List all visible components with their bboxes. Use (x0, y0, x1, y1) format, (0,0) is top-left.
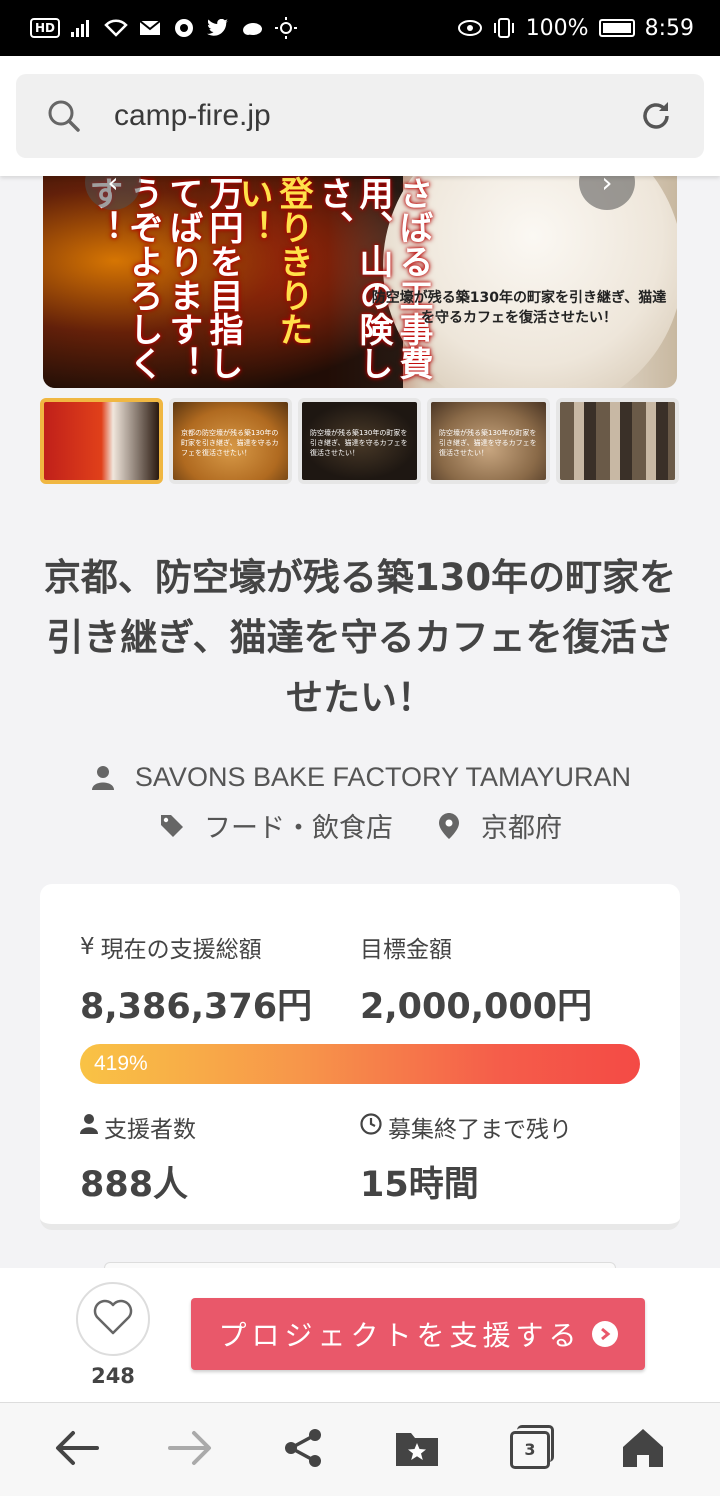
funding-stats-card: ¥ 現在の支援総額 8,386,376円 目標金額 2,000,000円 419… (40, 884, 680, 1230)
status-left: HD (30, 16, 298, 40)
thumbnail-3[interactable]: 防空壕が残る築130年の町家を引き継ぎ、猫達を守るカフェを復活させたい！ (298, 398, 421, 484)
twitter-icon (206, 16, 230, 40)
signal-icon (70, 16, 94, 40)
project-title: 京都、防空壕が残る築130年の町家を引き継ぎ、猫達を守るカフェを復活させたい！ (43, 556, 677, 719)
project-category-row: フード・飲食店 京都府 (0, 806, 720, 845)
arrow-right-icon (167, 1430, 212, 1470)
project-owner-row: SAVONS BAKE FACTORY TAMAYURAN (0, 762, 720, 793)
hero-image[interactable]: うぞよろしくす！ 万円を目指してばります！ 登りきりたい！ さばる工事費用、山の… (43, 176, 677, 388)
sticky-action-bar: 248 プロジェクトを支援する (0, 1268, 720, 1402)
thumbnail-caption: 防空壕が残る築130年の町家を引き継ぎ、猫達を守るカフェを復活させたい！ (310, 429, 408, 457)
chrome-icon (172, 16, 196, 40)
support-button-label: プロジェクトを支援する (218, 1319, 582, 1352)
cloud-icon (240, 16, 264, 40)
project-owner[interactable]: SAVONS BAKE FACTORY TAMAYURAN (135, 762, 631, 793)
wifi-icon (104, 16, 128, 40)
vibrate-icon (492, 16, 516, 40)
address-bar[interactable]: camp-fire.jp (16, 74, 704, 158)
back-button[interactable] (47, 1420, 107, 1480)
thumbnail-image (44, 402, 159, 480)
thumbnail-image (560, 402, 675, 480)
remaining-value: 15時間 (360, 1165, 479, 1205)
thumbnail-4[interactable]: 防空壕が残る築130年の町家を引き継ぎ、猫達を守るカフェを復活させたい！ (427, 398, 550, 484)
clock-icon (360, 1113, 382, 1141)
battery-icon (598, 19, 635, 37)
thumbnail-5[interactable] (556, 398, 679, 484)
yen-icon: ¥ (80, 934, 95, 960)
tabs-button[interactable]: 3 (500, 1420, 560, 1480)
browser-bottom-nav: 3 (0, 1402, 720, 1496)
backers-value: 888人 (80, 1165, 189, 1205)
user-icon (80, 1114, 98, 1140)
search-icon (44, 96, 84, 136)
thumbnail-caption: 防空壕が残る築130年の町家を引き継ぎ、猫達を守るカフェを復活させたい！ (439, 429, 537, 457)
support-project-button[interactable]: プロジェクトを支援する (191, 1298, 645, 1370)
raised-label: ¥ 現在の支援総額 (80, 934, 262, 963)
raised-value: 8,386,376円 (80, 987, 313, 1027)
share-icon (282, 1427, 324, 1473)
chevron-right-icon: › (601, 176, 613, 199)
project-location[interactable]: 京都府 (481, 806, 562, 845)
arrow-left-icon (55, 1430, 99, 1470)
eye-icon (457, 16, 482, 40)
home-icon (621, 1427, 665, 1473)
brightness-icon (274, 16, 298, 40)
browser-toolbar: camp-fire.jp (0, 56, 720, 176)
favorite-count: 248 (91, 1364, 135, 1388)
favorite-button[interactable] (76, 1282, 150, 1356)
forward-button[interactable] (160, 1420, 220, 1480)
progress-percent: 419% (94, 1052, 148, 1075)
thumbnail-strip: 京都の防空壕が残る築130年の町家を引き継ぎ、猫達を守るカフェを復活させたい！ … (40, 398, 680, 484)
hero-text-2: 万円を目指してばります！ (163, 176, 243, 380)
hero-text-4: さばる工事費用、山の険しさ、 (313, 176, 433, 380)
bookmark-folder-icon (395, 1429, 439, 1471)
battery-percent: 100% (525, 15, 589, 41)
tab-count-icon: 3 (509, 1424, 554, 1469)
hero-caption: 防空壕が残る築130年の町家を引き継ぎ、猫達を守るカフェを復活させたい！ (371, 290, 667, 326)
clock: 8:59 (644, 15, 694, 41)
thumbnail-caption: 京都の防空壕が残る築130年の町家を引き継ぎ、猫達を守るカフェを復活させたい！ (181, 429, 279, 457)
project-category[interactable]: フード・飲食店 (204, 806, 393, 845)
reload-icon[interactable] (636, 96, 676, 136)
status-bar: HD 100% 8:59 (0, 0, 720, 56)
url-text[interactable]: camp-fire.jp (114, 99, 636, 133)
chevron-right-circle-icon (591, 1321, 618, 1347)
thumbnail-2[interactable]: 京都の防空壕が残る築130年の町家を引き継ぎ、猫達を守るカフェを復活させたい！ (169, 398, 292, 484)
remaining-label: 募集終了まで残り (360, 1110, 572, 1144)
heart-icon (93, 1299, 133, 1339)
share-button[interactable] (273, 1420, 333, 1480)
goal-value: 2,000,000円 (360, 987, 593, 1027)
hero-text-3: 登りきりたい！ (233, 176, 313, 346)
backers-label: 支援者数 (80, 1110, 196, 1144)
home-button[interactable] (613, 1420, 673, 1480)
status-right: 100% 8:59 (457, 15, 694, 41)
user-icon (89, 764, 117, 792)
funding-progress-bar: 419% (80, 1044, 640, 1084)
goal-label: 目標金額 (360, 937, 452, 963)
bookmarks-button[interactable] (387, 1420, 447, 1480)
location-pin-icon (435, 812, 463, 840)
hd-badge: HD (30, 18, 61, 38)
chevron-left-icon: ‹ (107, 176, 119, 199)
mail-icon (138, 16, 162, 40)
thumbnail-1[interactable] (40, 398, 163, 484)
tag-icon (158, 812, 186, 840)
